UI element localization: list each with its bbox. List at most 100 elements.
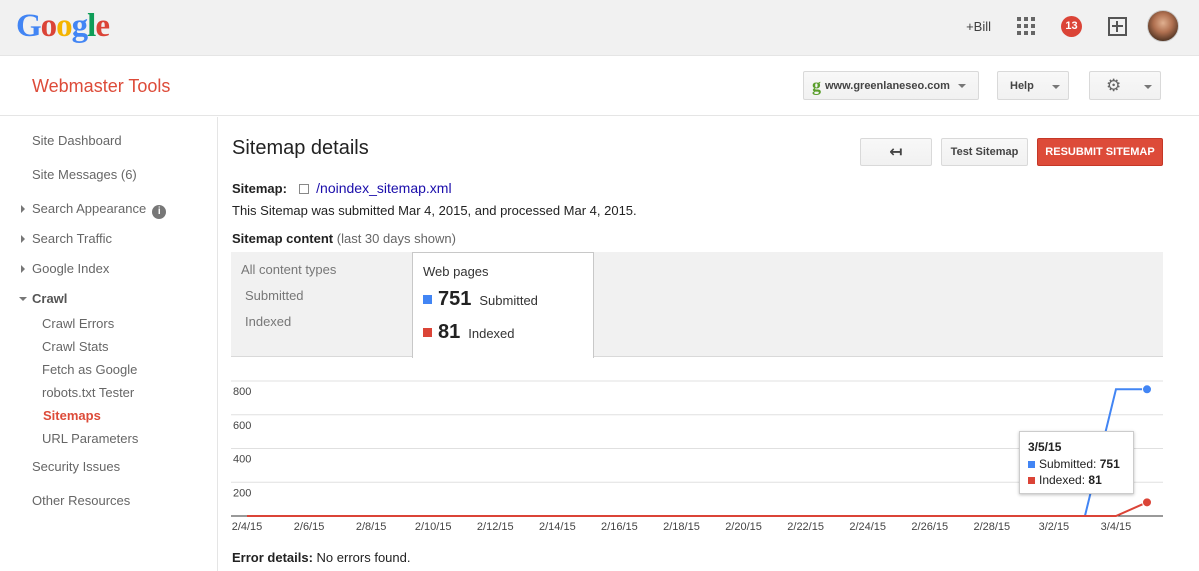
y-tick-label: 600 <box>233 420 251 432</box>
x-tick-label: 2/28/15 <box>973 521 1010 533</box>
indexed-stat: 81 Indexed <box>423 321 515 344</box>
plus-user-link[interactable]: +Bill <box>966 19 991 34</box>
submitted-last-point <box>1142 384 1152 395</box>
sidebar-item-robots-tester[interactable]: robots.txt Tester <box>42 385 134 400</box>
sidebar-item-search-traffic[interactable]: Search Traffic <box>21 231 112 246</box>
logo-letter: g <box>71 8 88 44</box>
x-tick-label: 2/6/15 <box>294 521 325 533</box>
wmt-header: Webmaster Tools g www.greenlaneseo.com H… <box>0 56 1199 116</box>
info-icon[interactable]: i <box>152 205 167 219</box>
submitted-series-line <box>247 388 1147 517</box>
submitted-label: Submitted <box>479 293 538 308</box>
help-button[interactable]: Help <box>997 71 1069 100</box>
content-tabs: All content types Submitted Indexed Web … <box>231 252 1163 358</box>
tooltip-indexed-value: 81 <box>1088 473 1102 487</box>
sidebar-item-other-resources[interactable]: Other Resources <box>32 493 130 508</box>
chevron-down-icon <box>1052 85 1060 89</box>
content-label: Sitemap content <box>232 231 334 246</box>
x-tick-label: 2/26/15 <box>911 521 948 533</box>
sidebar-item-label: Search Appearance <box>32 201 147 216</box>
x-tick-label: 3/4/15 <box>1101 521 1132 533</box>
submitted-count: 751 <box>438 288 472 310</box>
logo-letter: G <box>16 8 42 44</box>
google-bar: Google +Bill 13 <box>0 0 1199 56</box>
all-submitted-label: Submitted <box>245 288 304 303</box>
chevron-down-icon <box>1144 85 1152 89</box>
help-label: Help <box>1010 79 1034 92</box>
submitted-legend-swatch <box>423 295 432 304</box>
tooltip-date: 3/5/15 <box>1028 440 1062 454</box>
tooltip-submitted-row: Submitted: 751 <box>1028 457 1125 471</box>
sidebar-item-crawl-errors[interactable]: Crawl Errors <box>42 316 114 331</box>
test-sitemap-button[interactable]: Test Sitemap <box>941 138 1028 166</box>
external-link-icon[interactable] <box>298 184 309 194</box>
x-tick-label: 2/18/15 <box>663 521 700 533</box>
sidebar-item-url-parameters[interactable]: URL Parameters <box>42 431 138 446</box>
indexed-series-line <box>247 501 1148 517</box>
sitemap-content-heading: Sitemap content (last 30 days shown) <box>232 231 456 246</box>
y-tick-label: 200 <box>233 487 251 499</box>
avatar[interactable] <box>1147 10 1179 42</box>
sidebar-item-search-appearance[interactable]: Search Appearance i <box>20 201 167 219</box>
logo-letter: o <box>56 8 72 44</box>
indexed-last-point <box>1142 497 1152 508</box>
gear-icon: ⚙ <box>1106 76 1122 95</box>
sidebar-item-fetch-as-google[interactable]: Fetch as Google <box>42 362 137 377</box>
sidebar-item-crawl-stats[interactable]: Crawl Stats <box>42 339 108 354</box>
site-selector[interactable]: g www.greenlaneseo.com <box>803 71 979 100</box>
indexed-label: Indexed <box>468 326 515 341</box>
back-button[interactable]: ↤ <box>860 138 932 166</box>
tooltip-submitted-value: 751 <box>1099 457 1120 471</box>
x-tick-label: 2/20/15 <box>725 521 762 533</box>
settings-button[interactable]: ⚙ <box>1089 71 1161 100</box>
tooltip-indexed-label: Indexed: <box>1039 473 1086 487</box>
site-favicon-icon: g <box>812 75 821 95</box>
page-title: Sitemap details <box>232 137 369 159</box>
site-selector-label: www.greenlaneseo.com <box>825 79 950 92</box>
tab-web-pages[interactable]: Web pages 751 Submitted 81 Indexed <box>412 252 594 358</box>
indexed-count: 81 <box>438 321 461 343</box>
all-types-label: All content types <box>241 262 337 277</box>
sidebar-item-site-dashboard[interactable]: Site Dashboard <box>32 133 122 148</box>
submitted-swatch <box>1028 460 1035 468</box>
error-text: No errors found. <box>316 550 411 565</box>
x-tick-label: 2/24/15 <box>849 521 886 533</box>
google-bar-right: +Bill 13 <box>966 10 1179 42</box>
sidebar-item-sitemaps[interactable]: Sitemaps <box>43 408 101 423</box>
tooltip-submitted-label: Submitted: <box>1039 457 1097 471</box>
google-logo[interactable]: Google <box>16 8 110 45</box>
sidebar: Site Dashboard Site Messages (6) Search … <box>0 117 218 571</box>
tooltip-indexed-row: Indexed: 81 <box>1028 473 1125 487</box>
x-tick-label: 2/14/15 <box>539 521 576 533</box>
x-tick-label: 2/12/15 <box>477 521 514 533</box>
tab-all-content-types[interactable]: All content types Submitted Indexed <box>241 262 336 340</box>
sidebar-item-google-index[interactable]: Google Index <box>20 261 109 276</box>
sitemap-line: Sitemap: /noindex_sitemap.xml <box>232 180 452 196</box>
resubmit-sitemap-button[interactable]: RESUBMIT SITEMAP <box>1037 138 1163 166</box>
notifications-badge[interactable]: 13 <box>1061 15 1082 37</box>
x-tick-label: 2/16/15 <box>601 521 638 533</box>
x-tick-label: 2/10/15 <box>415 521 452 533</box>
web-pages-label: Web pages <box>423 264 489 279</box>
sitemap-link[interactable]: /noindex_sitemap.xml <box>316 180 451 196</box>
apps-grid-icon[interactable] <box>1017 17 1035 35</box>
sitemap-label: Sitemap: <box>232 181 287 196</box>
sidebar-item-site-messages[interactable]: Site Messages (6) <box>32 167 137 182</box>
indexed-legend-swatch <box>423 328 432 337</box>
chart-tooltip: 3/5/15 Submitted: 751 Indexed: 81 <box>1019 431 1134 494</box>
error-label: Error details: <box>232 550 313 565</box>
x-tick-label: 2/8/15 <box>356 521 387 533</box>
share-plus-icon[interactable] <box>1108 16 1127 36</box>
submitted-stat: 751 Submitted <box>423 288 538 311</box>
logo-letter: o <box>40 8 57 44</box>
logo-letter: e <box>95 8 110 44</box>
x-tick-label: 2/22/15 <box>787 521 824 533</box>
x-tick-label: 2/4/15 <box>232 521 263 533</box>
sidebar-item-security-issues[interactable]: Security Issues <box>32 459 120 474</box>
x-tick-label: 3/2/15 <box>1039 521 1070 533</box>
submission-info: This Sitemap was submitted Mar 4, 2015, … <box>232 203 637 218</box>
error-details: Error details: No errors found. <box>232 550 410 565</box>
sidebar-item-crawl[interactable]: Crawl <box>18 291 67 306</box>
y-tick-label: 800 <box>233 386 251 398</box>
product-title[interactable]: Webmaster Tools <box>32 76 170 97</box>
